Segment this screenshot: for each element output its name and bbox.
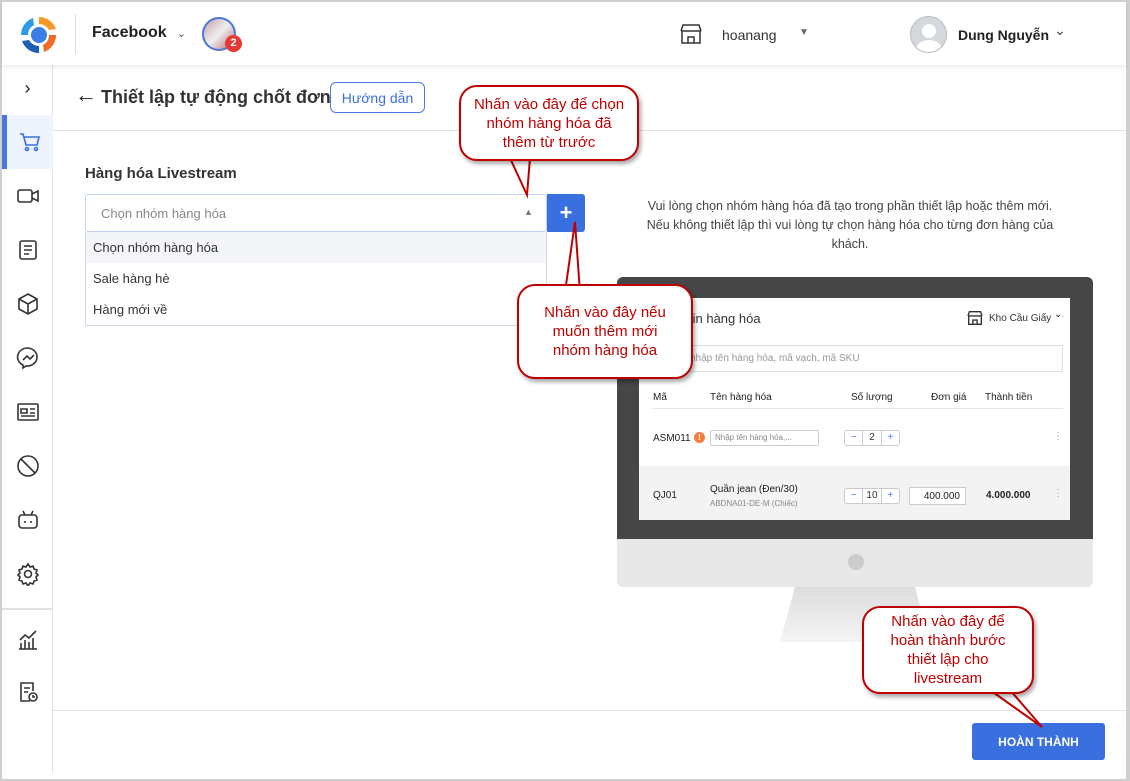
user-name[interactable]: Dung Nguyễn (958, 27, 1049, 43)
more-icon: ⋮ (1053, 488, 1063, 499)
row-code: ASM011 (653, 433, 691, 444)
product-name-placeholder: Nhập tên hàng hóa,... (715, 433, 792, 442)
dropdown-option[interactable]: Sale hàng hè (86, 263, 546, 294)
sidebar-item-messages[interactable] (2, 331, 53, 385)
sidebar-item-history[interactable] (2, 665, 53, 719)
more-icon: ⋮ (1053, 431, 1063, 442)
sidebar: › (2, 65, 53, 773)
chevron-down-icon[interactable]: ⌄ (1054, 22, 1066, 39)
warning-icon: ! (694, 432, 705, 443)
sidebar-item-bot[interactable] (2, 493, 53, 547)
footer-bar (53, 710, 1126, 773)
caret-down-icon[interactable]: ▼ (799, 27, 809, 38)
col-header: Đơn giá (931, 392, 967, 403)
group-dropdown-list: Chọn nhóm hàng hóa Sale hàng hè Hàng mới… (85, 232, 547, 326)
guide-button[interactable]: Hướng dẫn (330, 82, 425, 113)
qty-value: 10 (862, 489, 882, 503)
sidebar-item-blocked[interactable] (2, 439, 53, 493)
box-icon (17, 293, 38, 315)
back-arrow-icon[interactable]: ← (75, 82, 97, 108)
qty-value: 2 (862, 431, 882, 445)
qty-stepper: −2 + (844, 430, 900, 446)
qty-stepper: −10 + (844, 488, 900, 504)
group-select[interactable]: Chọn nhóm hàng hóa ▲ (85, 194, 547, 232)
caret-up-icon: ▲ (524, 207, 533, 217)
app-logo-icon (20, 16, 57, 54)
col-header: Mã (653, 392, 667, 403)
preview-screen: tin hàng hóa Kho Cầu Giấy ⌄ nhập tên hàn… (639, 298, 1070, 520)
document-icon (18, 240, 37, 260)
gear-icon (16, 562, 39, 586)
bot-icon (17, 510, 38, 529)
ban-icon (16, 455, 39, 477)
sidebar-item-reports[interactable] (2, 613, 53, 667)
col-header: Số lượng (851, 392, 893, 403)
callout-text: Nhấn vào đây để chọn nhóm hàng hóa đã th… (473, 95, 625, 151)
page-title: Thiết lập tự động chốt đơn (101, 87, 331, 107)
row-sku: ABDNA01-DE-M (Chiếc) (710, 499, 798, 508)
sidebar-item-posts[interactable] (2, 223, 53, 277)
sidebar-item-orders[interactable] (2, 115, 53, 169)
section-label: Hàng hóa Livestream (85, 165, 237, 182)
callout-text: Nhấn vào đây nếu muốn thêm mới nhóm hàng… (544, 304, 666, 359)
chevron-down-icon: ⌄ (176, 27, 186, 40)
add-group-button[interactable]: + (547, 194, 585, 232)
chevron-right-icon: › (24, 77, 31, 98)
shop-name[interactable]: hoanang (722, 27, 777, 43)
id-card-icon (16, 403, 39, 421)
top-header: Facebook ⌄ 2 hoanang ▼ Dung Nguyễn ⌄ (2, 2, 1126, 65)
notification-badge: 2 (225, 35, 242, 52)
user-avatar[interactable] (910, 16, 947, 53)
expand-sidebar-button[interactable]: › (2, 65, 53, 111)
sidebar-item-customers[interactable] (2, 385, 53, 439)
messenger-icon (16, 347, 38, 370)
video-icon (16, 189, 39, 203)
callout-finish: Nhấn vào đây để hoàn thành bước thiết lậ… (862, 606, 1034, 694)
store-icon (680, 24, 702, 44)
dropdown-option[interactable]: Chọn nhóm hàng hóa (86, 232, 546, 263)
report-clock-icon (19, 682, 38, 702)
sidebar-item-products[interactable] (2, 277, 53, 331)
callout-add-group: Nhấn vào đây nếu muốn thêm mới nhóm hàng… (517, 284, 693, 379)
channel-selector[interactable]: Facebook ⌄ (92, 24, 186, 42)
finish-button[interactable]: HOÀN THÀNH (972, 723, 1105, 760)
sidebar-item-settings[interactable] (2, 547, 53, 601)
cart-icon (20, 133, 41, 152)
group-select-placeholder: Chọn nhóm hàng hóa (101, 206, 227, 221)
info-text: Vui lòng chọn nhóm hàng hóa đã tạo trong… (646, 199, 1054, 251)
dropdown-option[interactable]: Hàng mới về (86, 294, 546, 325)
row-price: 400.000 (909, 487, 966, 505)
product-name-select: Nhập tên hàng hóa,... (710, 430, 819, 446)
col-header: Thành tiền (985, 392, 1033, 403)
sidebar-item-livestream[interactable] (2, 169, 53, 223)
callout-select-group: Nhấn vào đây để chọn nhóm hàng hóa đã th… (459, 85, 639, 161)
row-code: QJ01 (653, 490, 677, 501)
col-header: Tên hàng hóa (710, 392, 772, 403)
chart-icon (18, 630, 37, 650)
callout-text: Nhấn vào đây để hoàn thành bước thiết lậ… (890, 613, 1006, 687)
row-total: 4.000.000 (986, 490, 1031, 501)
channel-name: Facebook (92, 24, 167, 41)
row-name: Quần jean (Đen/30) (710, 484, 798, 495)
